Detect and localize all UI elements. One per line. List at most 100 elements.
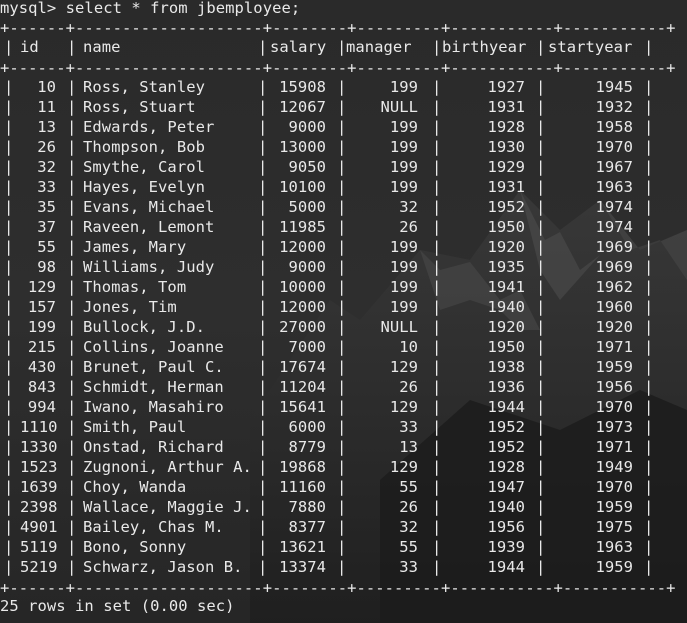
column-separator: | <box>4 318 14 336</box>
column-separator: | <box>536 158 546 176</box>
cell-salary: 6000 <box>288 418 326 436</box>
column-separator: | <box>4 118 14 136</box>
column-separator: | <box>432 338 442 356</box>
column-separator: | <box>67 418 77 436</box>
cell-startyear: 1958 <box>595 118 633 136</box>
cell-name: Raveen, Lemont <box>83 218 215 236</box>
column-separator: | <box>432 538 442 556</box>
cell-startyear: 1959 <box>595 358 633 376</box>
cell-salary: 13000 <box>279 138 326 156</box>
cell-name: Ross, Stuart <box>83 98 196 116</box>
cell-id: 1330 <box>20 438 58 456</box>
column-separator: | <box>337 358 347 376</box>
cell-id: 843 <box>27 378 56 396</box>
terminal-window[interactable]: mysql> select * from jbemployee; +------… <box>0 0 687 623</box>
column-separator: | <box>67 358 77 376</box>
column-header-salary: salary <box>270 38 327 56</box>
column-separator: | <box>432 498 442 516</box>
cell-startyear: 1962 <box>595 278 633 296</box>
column-separator: | <box>67 238 77 256</box>
column-separator: | <box>432 318 442 336</box>
column-separator: | <box>4 438 14 456</box>
column-separator: | <box>67 478 77 496</box>
column-separator: | <box>67 38 77 56</box>
column-separator: | <box>67 178 77 196</box>
command-prompt: mysql> select * from jbemployee; <box>0 0 301 17</box>
column-separator: | <box>258 298 268 316</box>
column-separator: | <box>432 378 442 396</box>
table-row: | | | | | | | 35 Evans, Michael 5000 32 1952 1974 <box>0 197 687 217</box>
column-separator: | <box>67 158 77 176</box>
column-separator: | <box>258 418 268 436</box>
column-separator: | <box>536 398 546 416</box>
cell-manager: NULL <box>380 318 418 336</box>
column-separator: | <box>644 218 654 236</box>
column-separator: | <box>4 418 14 436</box>
column-separator: | <box>337 398 347 416</box>
column-separator: | <box>67 498 77 516</box>
cell-salary: 10000 <box>279 278 326 296</box>
cell-name: Choy, Wanda <box>83 478 187 496</box>
column-separator: | <box>258 458 268 476</box>
column-separator: | <box>258 98 268 116</box>
cell-birthyear: 1950 <box>487 218 525 236</box>
cell-name: Wallace, Maggie J. <box>83 498 252 516</box>
column-separator: | <box>67 458 77 476</box>
column-separator: | <box>67 298 77 316</box>
column-separator: | <box>67 438 77 456</box>
column-separator: | <box>4 338 14 356</box>
column-separator: | <box>337 498 347 516</box>
cell-salary: 12000 <box>279 298 326 316</box>
cell-startyear: 1963 <box>595 538 633 556</box>
column-separator: | <box>432 38 442 56</box>
column-separator: | <box>536 138 546 156</box>
column-separator: | <box>536 358 546 376</box>
column-separator: | <box>536 218 546 236</box>
cell-startyear: 1974 <box>595 218 633 236</box>
table-row: | | | | | | | 32 Smythe, Carol 9050 199 1929 1967 <box>0 157 687 177</box>
cell-startyear: 1959 <box>595 558 633 576</box>
cell-birthyear: 1941 <box>487 278 525 296</box>
column-separator: | <box>536 238 546 256</box>
column-separator: | <box>337 438 347 456</box>
cell-name: Smith, Paul <box>83 418 187 436</box>
cell-birthyear: 1931 <box>487 178 525 196</box>
cell-name: Bullock, J.D. <box>83 318 205 336</box>
column-separator: | <box>536 318 546 336</box>
cell-id: 994 <box>27 398 56 416</box>
column-separator: | <box>536 38 546 56</box>
cell-startyear: 1932 <box>595 98 633 116</box>
column-separator: | <box>432 258 442 276</box>
cell-salary: 8377 <box>288 518 326 536</box>
cell-startyear: 1974 <box>595 198 633 216</box>
column-separator: | <box>536 478 546 496</box>
column-separator: | <box>337 78 347 96</box>
column-separator: | <box>258 478 268 496</box>
cell-startyear: 1975 <box>595 518 633 536</box>
table-border-header: +------+--------------------+--------+--… <box>0 59 676 77</box>
column-separator: | <box>432 158 442 176</box>
table-row: | | | | | | | 2398 Wallace, Maggie J. 7880 26 1940 1… <box>0 497 687 517</box>
column-separator: | <box>4 518 14 536</box>
column-separator: | <box>67 318 77 336</box>
column-separator: | <box>4 358 14 376</box>
column-separator: | <box>337 158 347 176</box>
column-separator: | <box>644 278 654 296</box>
cell-startyear: 1971 <box>595 438 633 456</box>
cell-salary: 10100 <box>279 178 326 196</box>
cell-birthyear: 1952 <box>487 418 525 436</box>
column-separator: | <box>644 438 654 456</box>
cell-birthyear: 1944 <box>487 398 525 416</box>
cell-salary: 9000 <box>288 118 326 136</box>
cell-manager: 26 <box>399 378 418 396</box>
cell-id: 35 <box>37 198 56 216</box>
cell-id: 33 <box>37 178 56 196</box>
cell-id: 55 <box>37 238 56 256</box>
column-separator: | <box>337 298 347 316</box>
column-separator: | <box>432 198 442 216</box>
column-separator: | <box>644 158 654 176</box>
column-separator: | <box>4 198 14 216</box>
column-separator: | <box>337 418 347 436</box>
column-separator: | <box>337 538 347 556</box>
cell-salary: 12067 <box>279 98 326 116</box>
